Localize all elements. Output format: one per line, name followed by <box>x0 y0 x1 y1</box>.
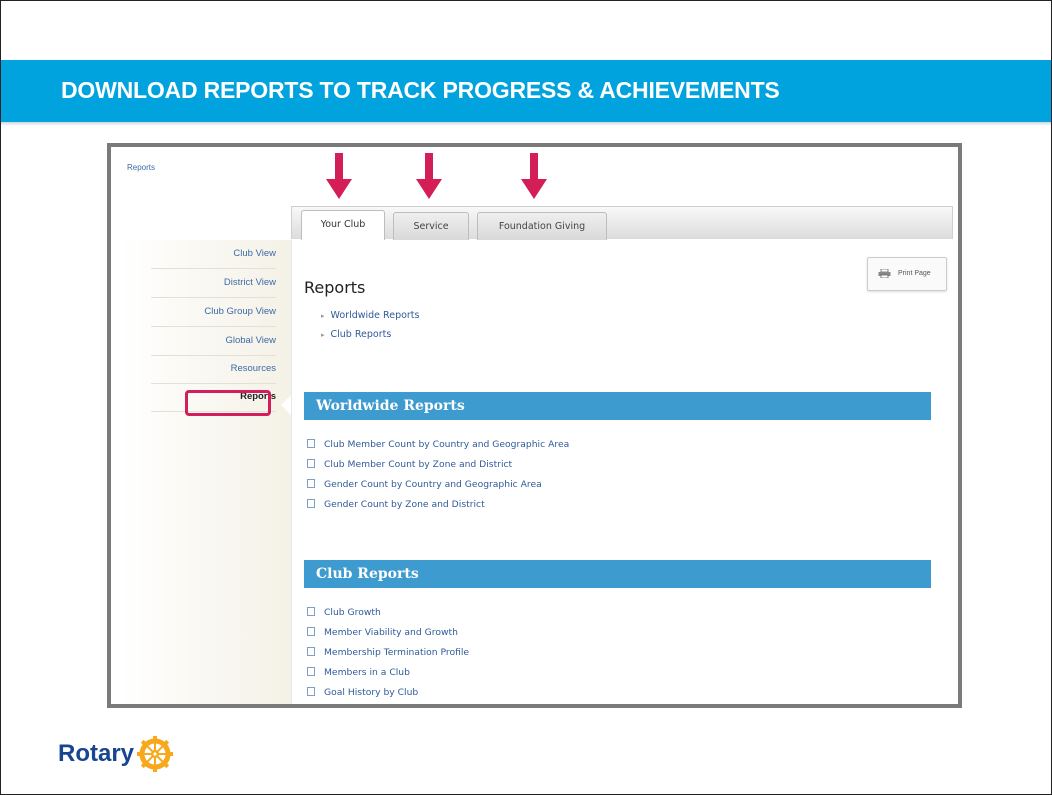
report-link[interactable]: Club Member Count by Country and Geograp… <box>307 439 569 450</box>
sidebar-item-global-view[interactable]: Global View <box>151 327 276 356</box>
document-icon <box>307 499 315 508</box>
document-icon <box>307 459 315 468</box>
sidebar-pointer <box>281 395 291 415</box>
section-header-worldwide-reports: Worldwide Reports <box>304 392 931 420</box>
document-icon <box>307 627 315 636</box>
tab-your-club[interactable]: Your Club <box>301 210 385 240</box>
triangle-right-icon: ▸ <box>321 331 325 339</box>
triangle-right-icon: ▸ <box>321 312 325 320</box>
document-icon <box>307 607 315 616</box>
report-link[interactable]: Membership Termination Profile <box>307 647 469 658</box>
report-link[interactable]: Club Growth <box>307 607 381 618</box>
document-icon <box>307 439 315 448</box>
document-icon <box>307 687 315 696</box>
tab-strip <box>291 206 953 239</box>
panel-divider <box>291 240 292 704</box>
document-icon <box>307 479 315 488</box>
page-title: Reports <box>304 278 366 297</box>
breadcrumb[interactable]: Reports <box>127 163 155 172</box>
report-link[interactable]: Gender Count by Zone and District <box>307 499 485 510</box>
report-link[interactable]: Member Viability and Growth <box>307 627 458 638</box>
slide-title: DOWNLOAD REPORTS TO TRACK PROGRESS & ACH… <box>61 77 780 103</box>
section-header-club-reports: Club Reports <box>304 560 931 588</box>
sidebar-item-club-group-view[interactable]: Club Group View <box>151 298 276 327</box>
arrow-down-icon-1 <box>326 153 352 201</box>
report-link[interactable]: Gender Count by Country and Geographic A… <box>307 479 542 490</box>
arrow-down-icon-2 <box>416 153 442 201</box>
report-link[interactable]: Club Member Count by Zone and District <box>307 459 512 470</box>
report-link[interactable]: Members in a Club <box>307 667 410 678</box>
rotary-wheel-icon <box>137 736 173 772</box>
document-icon <box>307 647 315 656</box>
sidebar-item-resources[interactable]: Resources <box>151 355 276 384</box>
quick-link-club-reports[interactable]: ▸ Club Reports <box>321 329 391 340</box>
embedded-screenshot: Reports Your Club Service Foundation Giv… <box>107 143 962 708</box>
quick-link-worldwide-reports[interactable]: ▸ Worldwide Reports <box>321 310 420 321</box>
sidebar: Club View District View Club Group View … <box>121 240 291 704</box>
title-bar: DOWNLOAD REPORTS TO TRACK PROGRESS & ACH… <box>1 60 1051 122</box>
tab-service[interactable]: Service <box>393 212 469 240</box>
tab-foundation-giving[interactable]: Foundation Giving <box>477 212 607 240</box>
reports-highlight-box <box>185 390 271 416</box>
title-shadow <box>1 122 1051 126</box>
arrow-down-icon-3 <box>521 153 547 201</box>
document-icon <box>307 667 315 676</box>
sidebar-item-club-view[interactable]: Club View <box>151 240 276 269</box>
report-link[interactable]: Goal History by Club <box>307 687 418 698</box>
printer-icon <box>878 269 891 278</box>
sidebar-item-district-view[interactable]: District View <box>151 269 276 298</box>
print-page-button[interactable]: Print Page <box>867 257 947 291</box>
print-page-label: Print Page <box>898 270 931 277</box>
logo-text: Rotary <box>58 740 135 767</box>
